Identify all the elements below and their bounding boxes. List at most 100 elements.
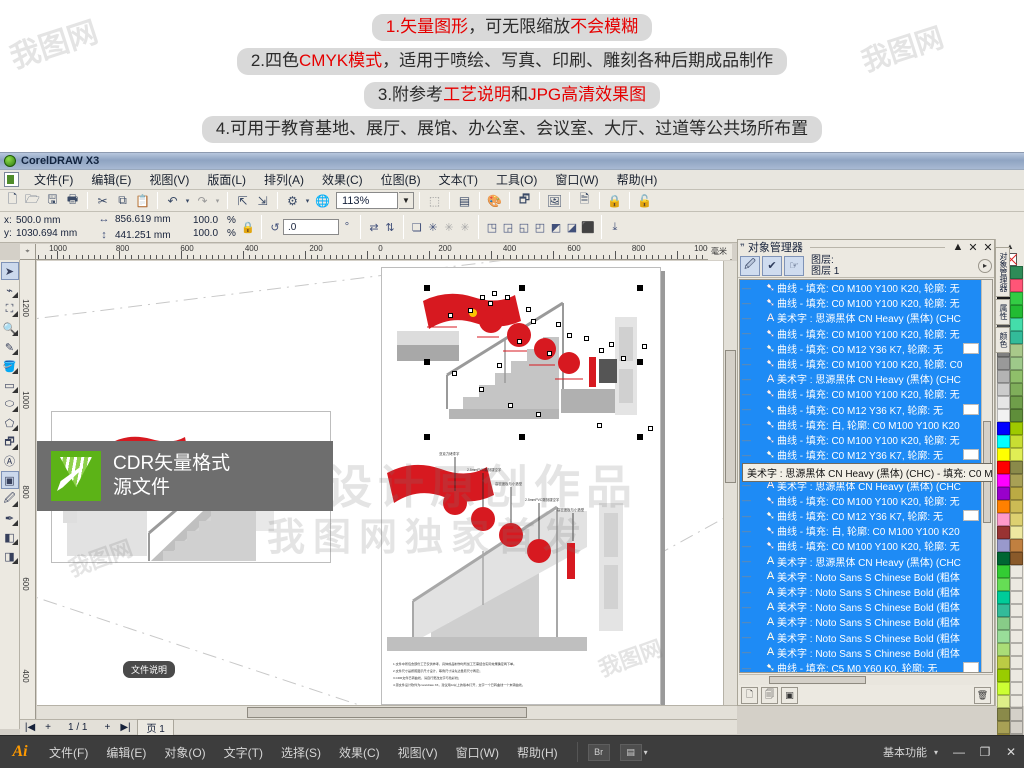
object-list-row[interactable]: — ➷ 曲线 - 填充: C0 M100 Y100 K20, 轮廓: 无 xyxy=(740,325,981,341)
selection-node[interactable] xyxy=(597,423,602,428)
selection-node[interactable] xyxy=(452,371,457,376)
ellipse-tool-icon[interactable]: ⬭ xyxy=(1,395,19,413)
menu-file[interactable]: 文件(F) xyxy=(25,169,82,190)
palette-swatch[interactable] xyxy=(1010,604,1023,617)
page-tab-1[interactable]: 页 1 xyxy=(137,719,174,735)
palette-swatch[interactable] xyxy=(1010,708,1023,721)
object-list-row[interactable]: — A 美术字 : Noto Sans S Chinese Bold (粗体 xyxy=(740,644,981,660)
selection-node[interactable] xyxy=(488,301,493,306)
menu-window[interactable]: 窗口(W) xyxy=(546,169,607,190)
palette-swatch[interactable] xyxy=(997,643,1010,656)
object-list[interactable]: — ➷ 曲线 - 填充: C0 M100 Y100 K20, 轮廓: 无 — ➷ 曲线 -… xyxy=(739,279,993,673)
selection-node[interactable] xyxy=(642,344,647,349)
palette-swatch[interactable] xyxy=(1010,513,1023,526)
palette-swatch[interactable] xyxy=(1010,721,1023,734)
palette-swatch[interactable] xyxy=(1010,305,1023,318)
object-list-row[interactable]: — ➷ 曲线 - 填充: C0 M100 Y100 K20, 轮廓: 无 xyxy=(740,432,981,448)
palette-swatch[interactable] xyxy=(1010,383,1023,396)
object-list-row[interactable]: — ➷ 曲线 - 填充: C5 M0 Y60 K0, 轮廓: 无 xyxy=(740,660,981,672)
palette-swatch[interactable] xyxy=(997,409,1010,422)
selection-node[interactable] xyxy=(492,291,497,296)
palette-swatch[interactable] xyxy=(997,565,1010,578)
object-list-row[interactable]: — ➷ 曲线 - 填充: C0 M12 Y36 K7, 轮廓: 无 xyxy=(740,340,981,356)
redo-dropdown-icon[interactable]: ▾ xyxy=(213,191,222,210)
selection-handle[interactable] xyxy=(637,359,643,365)
docker-tab-strip[interactable]: 对象管理器 属性 颜色 xyxy=(995,247,1010,353)
trim-icon[interactable]: ✳ xyxy=(457,219,473,235)
docker-close-icon[interactable]: ✕ xyxy=(967,241,979,254)
palette-swatch[interactable] xyxy=(997,552,1010,565)
palette-swatch[interactable] xyxy=(1010,578,1023,591)
palette-swatch[interactable] xyxy=(997,539,1010,552)
paste-icon[interactable]: 📋 xyxy=(133,191,152,210)
selection-node[interactable] xyxy=(508,403,513,408)
ai-menu-select[interactable]: 选择(S) xyxy=(272,744,330,761)
palette-swatch[interactable] xyxy=(1010,656,1023,669)
cut-icon[interactable]: ✂ xyxy=(93,191,112,210)
palette-swatch[interactable] xyxy=(997,513,1010,526)
palette-swatch[interactable] xyxy=(997,474,1010,487)
object-manager-icon[interactable]: 🗗 xyxy=(515,191,534,210)
palette-swatch[interactable] xyxy=(1010,318,1023,331)
menu-arrange[interactable]: 排列(A) xyxy=(255,169,313,190)
weld-icon[interactable]: ✳ xyxy=(441,219,457,235)
ai-menu-object[interactable]: 对象(O) xyxy=(155,744,214,761)
corel-menubar[interactable]: 文件(F) 编辑(E) 视图(V) 版面(L) 排列(A) 效果(C) 位图(B… xyxy=(0,170,1024,190)
menu-help[interactable]: 帮助(H) xyxy=(608,169,667,190)
horizontal-ruler[interactable]: 1000 800 600 400 200 0 200 400 600 800 1000 xyxy=(20,244,732,260)
palette-swatch[interactable] xyxy=(1010,461,1023,474)
ai-close-button[interactable]: ✕ xyxy=(998,745,1024,759)
palette-swatch[interactable] xyxy=(997,500,1010,513)
height-value[interactable]: 441.251 mm xyxy=(115,229,189,242)
shape-weld-icon[interactable]: ◳ xyxy=(484,219,500,235)
hscroll-thumb[interactable] xyxy=(247,707,527,718)
new-master-layer-icon[interactable]: 🗐 xyxy=(761,686,778,704)
y-value[interactable]: 1030.694 mm xyxy=(16,227,90,240)
convert-to-curves-icon[interactable]: ✳ xyxy=(425,219,441,235)
print-icon[interactable]: 🖶 xyxy=(63,191,82,210)
selection-node[interactable] xyxy=(505,295,510,300)
shape-back-minus-front-icon[interactable]: ◪ xyxy=(564,219,580,235)
objlist-horizontal-scrollbar[interactable] xyxy=(739,674,993,685)
illustrator-bar[interactable]: Ai 文件(F) 编辑(E) 对象(O) 文字(T) 选择(S) 效果(C) 视… xyxy=(0,735,1024,768)
docker-tab-color[interactable]: 颜色 xyxy=(995,327,1010,353)
vertical-ruler[interactable]: 1200 1000 800 600 400 xyxy=(20,260,36,729)
selection-handle[interactable] xyxy=(519,285,525,291)
palette-swatch[interactable] xyxy=(1010,409,1023,422)
vscroll-thumb[interactable] xyxy=(725,349,736,483)
object-list-row[interactable]: — A 美术字 : Noto Sans S Chinese Bold (粗体 xyxy=(740,568,981,584)
color-palette-icon[interactable]: 🎨 xyxy=(485,191,504,210)
selection-node[interactable] xyxy=(480,295,485,300)
object-list-row[interactable]: — ➷ 曲线 - 填充: C0 M12 Y36 K7, 轮廓: 无 xyxy=(740,401,981,417)
object-list-row[interactable]: — ➷ 曲线 - 填充: C0 M100 Y100 K20, 轮廓: 无 xyxy=(740,280,981,296)
interactive-fill-tool-icon[interactable]: ◨ xyxy=(1,547,19,565)
object-list-row[interactable]: — A 美术字 : 思源黑体 CN Heavy (黑体) (CHC xyxy=(740,310,981,326)
shape-boundary-icon[interactable]: ⬛ xyxy=(580,219,596,235)
selection-handle[interactable] xyxy=(519,434,525,440)
palette-swatch[interactable] xyxy=(997,695,1010,708)
object-list-row[interactable]: — A 美术字 : Noto Sans S Chinese Bold (粗体 xyxy=(740,584,981,600)
ai-menu-file[interactable]: 文件(F) xyxy=(40,744,97,761)
zoom-tool-icon[interactable]: 🔍 xyxy=(1,319,19,337)
palette-swatch[interactable] xyxy=(997,448,1010,461)
object-list-row[interactable]: — ➷ 曲线 - 填充: C0 M100 Y100 K20, 轮廓: 无 xyxy=(740,538,981,554)
palette-swatch[interactable] xyxy=(1010,500,1023,513)
palette-swatch[interactable] xyxy=(1010,396,1023,409)
selection-node[interactable] xyxy=(556,322,561,327)
application-launcher-icon[interactable]: ⚙ xyxy=(283,191,302,210)
docker-tab-properties[interactable]: 属性 xyxy=(995,299,1010,325)
selection-node[interactable] xyxy=(599,348,604,353)
selection-node[interactable] xyxy=(547,351,552,356)
graph-paper-icon[interactable]: ▤ xyxy=(455,191,474,210)
ai-menu-edit[interactable]: 编辑(E) xyxy=(97,744,155,761)
object-list-row[interactable]: — ➷ 曲线 - 填充: C0 M12 Y36 K7, 轮廓: 无 xyxy=(740,508,981,524)
palette-swatch[interactable] xyxy=(1010,435,1023,448)
palette-swatch[interactable] xyxy=(1010,526,1023,539)
selection-node[interactable] xyxy=(531,319,536,324)
unlock-icon[interactable]: 🔓 xyxy=(635,191,654,210)
object-list-row[interactable]: — ➷ 曲线 - 填充: C0 M100 Y100 K20, 轮廓: 无 xyxy=(740,295,981,311)
drawing-canvas[interactable]: 亚克力烤漆字 2.5mmPVC雕刻镂空字 高密度板与小造型 2.5mmPVC雕刻镂空… xyxy=(37,261,732,729)
lock-icon[interactable]: 🔒 xyxy=(605,191,624,210)
palette-swatch[interactable] xyxy=(997,617,1010,630)
docker-tab-object-manager[interactable]: 对象管理器 xyxy=(995,247,1010,297)
